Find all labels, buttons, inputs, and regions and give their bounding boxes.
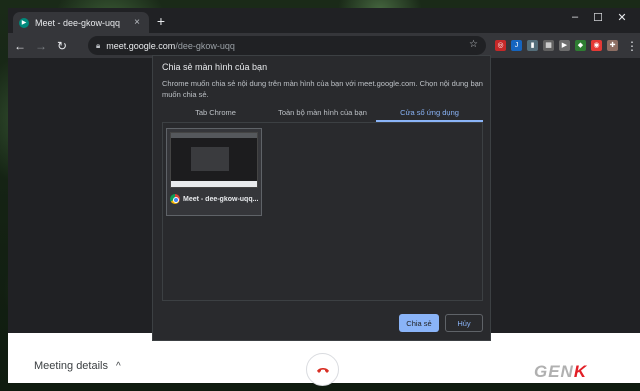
ext-grid-icon[interactable]: ▦ <box>543 40 554 51</box>
meet-favicon-icon: ▶ <box>19 17 29 28</box>
meeting-details-label: Meeting details <box>34 360 108 372</box>
share-button[interactable]: Chia sẻ <box>399 314 439 332</box>
lock-icon: 🔒︎ <box>96 40 101 50</box>
cancel-button[interactable]: Hủy <box>445 314 483 332</box>
meeting-details-button[interactable]: Meeting details ^ <box>34 360 121 372</box>
tab-strip: ▶ Meet - dee-gkow-uqq × + – ☐ ✕ <box>8 8 640 33</box>
share-source-tabs: Tab Chrome Toàn bộ màn hình của bạn Cửa … <box>162 106 483 123</box>
hang-up-button[interactable] <box>306 353 339 386</box>
close-window-button[interactable]: ✕ <box>613 11 631 24</box>
window-thumbnail <box>170 132 258 188</box>
ext-pocket-icon[interactable]: ◉ <box>591 40 602 51</box>
genk-watermark: GENK <box>534 362 588 381</box>
ext-j-icon[interactable]: J <box>511 40 522 51</box>
maximize-button[interactable]: ☐ <box>589 11 607 24</box>
menu-button[interactable]: ⋮ <box>623 39 640 53</box>
tab-close-icon[interactable]: × <box>131 17 143 28</box>
window-list-panel: Meet - dee-gkow-uqq... <box>162 123 483 301</box>
ext-green-icon[interactable]: ◆ <box>575 40 586 51</box>
ext-play-icon[interactable]: ▶ <box>559 40 570 51</box>
url-path: /dee-gkow-uqq <box>175 40 235 51</box>
ext-puzzle-icon[interactable]: ✚ <box>607 40 618 51</box>
ext-red-icon[interactable]: ◎ <box>495 40 506 51</box>
browser-tab-meet[interactable]: ▶ Meet - dee-gkow-uqq × <box>13 12 149 33</box>
dialog-title: Chia sẻ màn hình của bạn <box>162 62 268 72</box>
tab-application-window[interactable]: Cửa sổ ứng dụng <box>376 106 483 122</box>
dialog-description: Chrome muốn chia sẻ nội dung trên màn hì… <box>162 79 483 99</box>
share-screen-dialog: Chia sẻ màn hình của bạn Chrome muốn chi… <box>152 55 491 341</box>
forward-button[interactable]: → <box>32 39 50 53</box>
minimize-button[interactable]: – <box>566 11 584 23</box>
address-bar[interactable]: 🔒︎ meet.google.com /dee-gkow-uqq ☆ <box>88 36 486 55</box>
chrome-logo-icon <box>170 194 180 204</box>
new-tab-button[interactable]: + <box>153 13 169 29</box>
tab-entire-screen[interactable]: Toàn bộ màn hình của bạn <box>269 106 376 122</box>
bookmark-star-icon[interactable]: ☆ <box>469 39 478 50</box>
ext-bars-icon[interactable]: ▮ <box>527 40 538 51</box>
phone-hangup-icon <box>316 367 329 373</box>
window-item-meet[interactable]: Meet - dee-gkow-uqq... <box>166 128 262 216</box>
reload-button[interactable]: ↻ <box>53 39 71 53</box>
back-button[interactable]: ← <box>11 39 29 53</box>
window-item-title: Meet - dee-gkow-uqq... <box>183 195 259 203</box>
tab-chrome-tab[interactable]: Tab Chrome <box>162 106 269 122</box>
tab-title: Meet - dee-gkow-uqq <box>35 17 121 28</box>
chevron-up-icon: ^ <box>116 360 121 372</box>
url-host: meet.google.com <box>106 40 176 51</box>
